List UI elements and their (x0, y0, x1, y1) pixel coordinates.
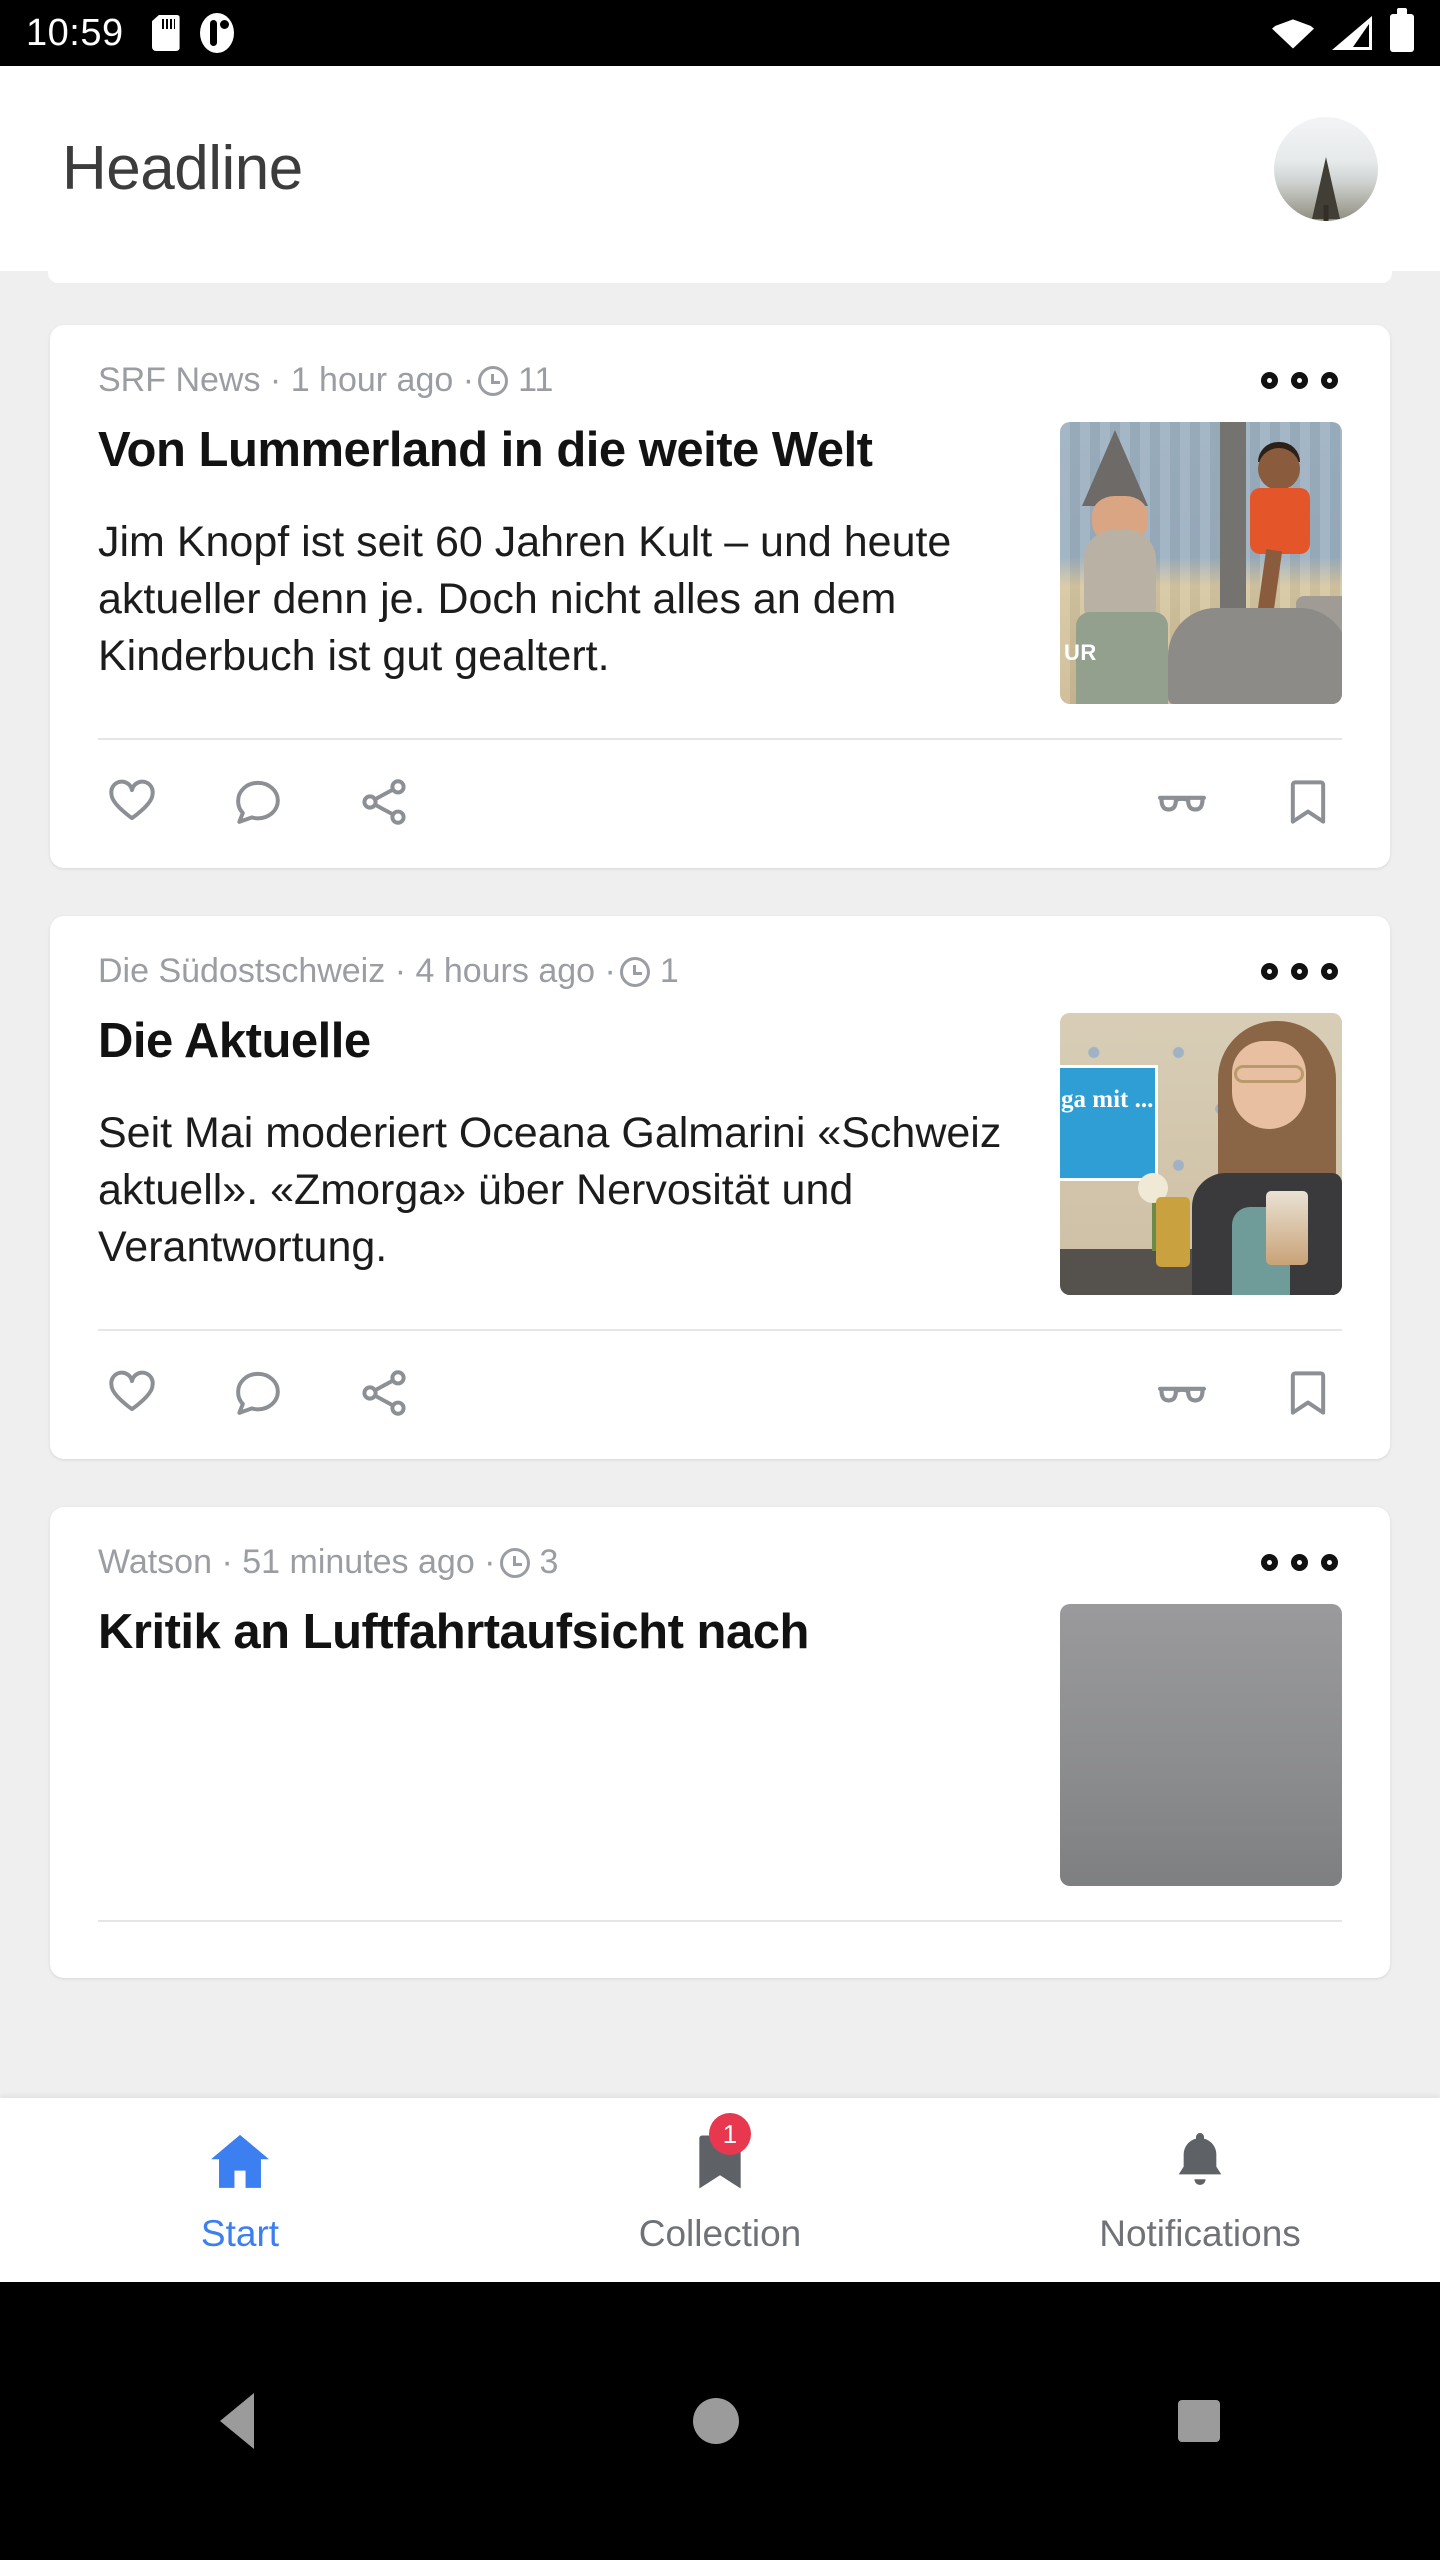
nav-label-collection: Collection (638, 2213, 802, 2254)
home-icon (211, 2134, 269, 2188)
card-description: Jim Knopf ist seit 60 Jahren Kult – und … (98, 517, 952, 681)
card-title[interactable]: Kritik an Luftfahrtaufsicht nach (98, 1604, 1022, 1662)
status-bar-clock: 10:59 (26, 11, 124, 54)
nav-label-notifications: Notifications (1099, 2213, 1301, 2254)
card-actions (98, 1331, 1342, 1459)
home-button[interactable] (692, 2398, 739, 2444)
card-description: Seit Mai moderiert Oceana Galmarini «Sch… (98, 1108, 1002, 1272)
share-icon[interactable] (350, 766, 418, 838)
cafe-sign-graphic: ga mit ... (1060, 1065, 1158, 1181)
app-circle-icon (199, 13, 234, 53)
page-title: Headline (62, 134, 303, 203)
status-bar-notification-icons (151, 13, 234, 53)
article-card[interactable]: Watson · 51 minutes ago · 3 Kritik an Lu… (50, 1507, 1390, 1978)
clock-icon (499, 1547, 530, 1578)
share-icon[interactable] (350, 1357, 418, 1429)
more-options-icon[interactable] (1257, 362, 1342, 399)
nav-item-notifications[interactable]: Notifications (960, 2125, 1440, 2255)
card-source: Die Südostschweiz (98, 952, 386, 990)
article-feed[interactable]: SRF News · 1 hour ago · 11 Von Lummerlan… (0, 271, 1440, 2184)
card-title[interactable]: Die Aktuelle (98, 1013, 1022, 1071)
back-button[interactable] (219, 2393, 254, 2449)
card-body: Kritik an Luftfahrtaufsicht nach (98, 1604, 1342, 1886)
meta-separator: · (453, 361, 475, 399)
recent-apps-button[interactable] (1178, 2400, 1221, 2442)
nav-label-start: Start (200, 2213, 280, 2254)
status-bar-system-icons (1272, 8, 1414, 52)
card-title[interactable]: Von Lummerland in die weite Welt (98, 422, 1022, 480)
battery-icon (1390, 8, 1414, 52)
sd-card-icon (151, 15, 180, 51)
clock-icon (619, 956, 650, 987)
collection-badge: 1 (709, 2113, 751, 2155)
card-time-ago: 4 hours ago (415, 952, 596, 990)
card-source-line: Watson · 51 minutes ago · 3 (98, 1543, 558, 1582)
wifi-icon (1272, 19, 1314, 49)
card-time-ago: 51 minutes ago (242, 1543, 475, 1581)
article-card[interactable]: SRF News · 1 hour ago · 11 Von Lummerlan… (50, 325, 1390, 868)
card-actions (98, 740, 1342, 868)
card-read-minutes: 1 (659, 952, 679, 990)
card-source-line: Die Südostschweiz · 4 hours ago · 1 (98, 952, 679, 991)
card-read-minutes: 11 (518, 361, 554, 399)
pine-trunk-graphic (1323, 204, 1329, 221)
card-source-line: SRF News · 1 hour ago · 11 (98, 361, 553, 400)
meta-separator: · (474, 1543, 496, 1581)
nav-item-start[interactable]: Start (0, 2125, 480, 2255)
card-source: SRF News (98, 361, 261, 399)
bookmark-icon[interactable] (1274, 1357, 1342, 1429)
avatar[interactable] (1274, 116, 1378, 221)
nav-item-collection[interactable]: 1 Collection (480, 2113, 960, 2255)
thumbnail-watermark: UR (1064, 640, 1097, 665)
meta-separator: · (595, 952, 616, 990)
more-options-icon[interactable] (1257, 953, 1342, 990)
comment-icon[interactable] (224, 1357, 292, 1429)
card-thumbnail[interactable] (1060, 1604, 1342, 1886)
bottom-navigation: Start 1 Collection Notifications (0, 2098, 1440, 2282)
card-body: Die Aktuelle Seit Mai moderiert Oceana G… (98, 1013, 1342, 1295)
phone-screen: 10:59 Headline SRF News · 1 hour ago · 1… (0, 0, 1440, 2560)
meta-separator: · (385, 952, 416, 990)
card-time-ago: 1 hour ago (290, 361, 454, 399)
comment-icon[interactable] (224, 766, 292, 838)
more-options-icon[interactable] (1257, 1544, 1342, 1581)
bell-icon (1178, 2133, 1222, 2185)
card-source: Watson (98, 1543, 213, 1581)
card-thumbnail[interactable]: UR (1060, 422, 1342, 704)
meta-separator: · (212, 1543, 243, 1581)
bookmark-icon[interactable] (1274, 766, 1342, 838)
thumbnail-sign-text: ga mit ... (1061, 1086, 1154, 1113)
previous-card-edge (48, 271, 1392, 283)
clock-icon (478, 365, 509, 396)
meta-separator: · (260, 361, 291, 399)
article-card[interactable]: Die Südostschweiz · 4 hours ago · 1 Die … (50, 916, 1390, 1459)
cellular-signal-icon (1332, 16, 1372, 50)
wizard-hat-graphic (1082, 430, 1148, 506)
glasses-icon[interactable] (1148, 1357, 1216, 1429)
card-meta: SRF News · 1 hour ago · 11 (98, 361, 1342, 400)
card-actions (98, 1922, 1342, 1978)
card-meta: Die Südostschweiz · 4 hours ago · 1 (98, 952, 1342, 991)
card-body: Von Lummerland in die weite Welt Jim Kno… (98, 422, 1342, 704)
android-navigation-bar (0, 2282, 1440, 2560)
card-thumbnail[interactable]: ga mit ... (1060, 1013, 1342, 1295)
app-bar: Headline (0, 66, 1440, 271)
status-bar: 10:59 (0, 0, 1440, 66)
card-read-minutes: 3 (539, 1543, 559, 1581)
heart-icon[interactable] (98, 766, 166, 838)
heart-icon[interactable] (98, 1357, 166, 1429)
card-meta: Watson · 51 minutes ago · 3 (98, 1543, 1342, 1582)
glasses-icon[interactable] (1148, 766, 1216, 838)
